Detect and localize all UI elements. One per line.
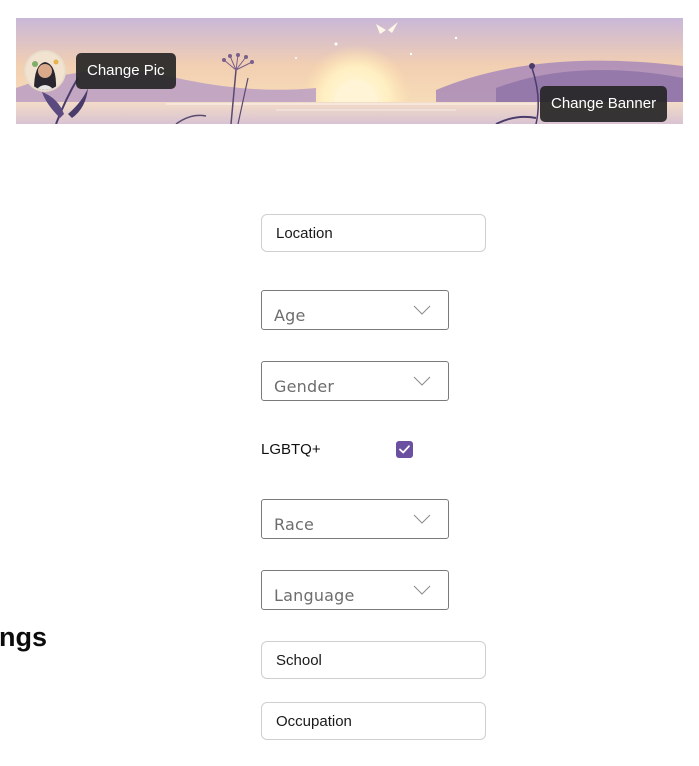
- age-select[interactable]: Age: [261, 290, 449, 330]
- race-select[interactable]: Race: [261, 499, 449, 539]
- language-select-label: Language: [274, 586, 355, 605]
- profile-avatar[interactable]: [26, 52, 64, 90]
- settings-heading: ngs: [0, 622, 47, 652]
- chevron-down-icon: [413, 585, 431, 595]
- location-input[interactable]: [261, 214, 486, 252]
- lgbtq-label: LGBTQ+: [261, 441, 321, 458]
- gender-select[interactable]: Gender: [261, 361, 449, 401]
- race-select-label: Race: [274, 515, 315, 534]
- language-select[interactable]: Language: [261, 570, 449, 610]
- chevron-down-icon: [413, 376, 431, 386]
- chevron-down-icon: [413, 514, 431, 524]
- checkmark-icon: [399, 445, 410, 454]
- change-pic-button[interactable]: Change Pic: [76, 53, 176, 89]
- lgbtq-checkbox[interactable]: [396, 441, 413, 458]
- chevron-down-icon: [413, 305, 431, 315]
- profile-settings-page: Change Pic Change Banner ngs Age Gender …: [0, 0, 699, 766]
- occupation-input[interactable]: [261, 702, 486, 740]
- school-input[interactable]: [261, 641, 486, 679]
- age-select-label: Age: [274, 306, 306, 325]
- change-banner-button[interactable]: Change Banner: [540, 86, 668, 122]
- avatar-image: [26, 52, 64, 90]
- gender-select-label: Gender: [274, 377, 335, 396]
